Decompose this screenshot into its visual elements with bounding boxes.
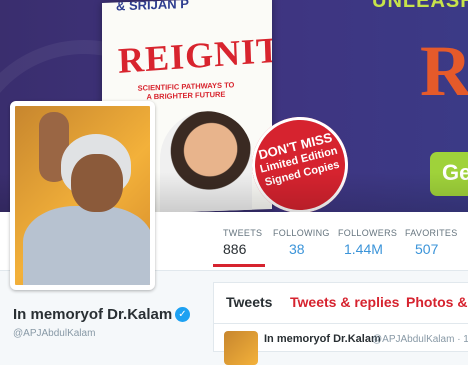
stat-value: 1.44M [344,241,383,257]
book-subtitle: SCIENTIFIC PATHWAYS TO A BRIGHTER FUTURE [137,80,235,102]
stat-label: FOLLOWERS [338,228,398,238]
tabs-divider [214,323,468,324]
tab-tweets-and-replies[interactable]: Tweets & replies [290,294,399,310]
banner-headline: UNLEASH [372,0,468,12]
profile-handle[interactable]: @APJAbdulKalam [13,328,95,339]
banner-big-letter: R [420,31,468,111]
stat-following[interactable]: FOLLOWING 38 [273,228,330,257]
stat-value: 38 [289,241,305,257]
profile-name[interactable]: In memoryof Dr.Kalam [13,306,172,323]
stat-favorites[interactable]: FAVORITES 507 [405,228,458,257]
tweet-author-handle[interactable]: @APJAbdulKalam · 14h [372,334,468,345]
stat-label: TWEETS [223,228,263,238]
avatar-figure-body [23,206,150,285]
tweet-avatar[interactable] [224,331,258,365]
stat-label: FOLLOWING [273,228,330,238]
stat-value: 507 [415,241,439,257]
tweet-author-name[interactable]: In memoryof Dr.Kalam [264,333,381,345]
verified-badge-icon: ✓ [175,307,190,322]
tab-tweets[interactable]: Tweets [226,294,272,310]
book-title: REIGNITE! [117,26,272,81]
avatar-figure-face [71,154,123,212]
timeline-panel: Tweets Tweets & replies Photos & vi In m… [213,282,468,365]
stat-tweets[interactable]: TWEETS 886 [223,228,262,257]
book-authors: & SRIJAN P [116,0,189,14]
stat-value: 886 [223,241,247,257]
profile-avatar[interactable] [10,101,155,290]
tab-photos-videos[interactable]: Photos & vi [406,294,468,310]
stat-label: FAVORITES [405,228,458,238]
active-stat-indicator [213,264,265,267]
stat-followers[interactable]: FOLLOWERS 1.44M [338,228,397,257]
